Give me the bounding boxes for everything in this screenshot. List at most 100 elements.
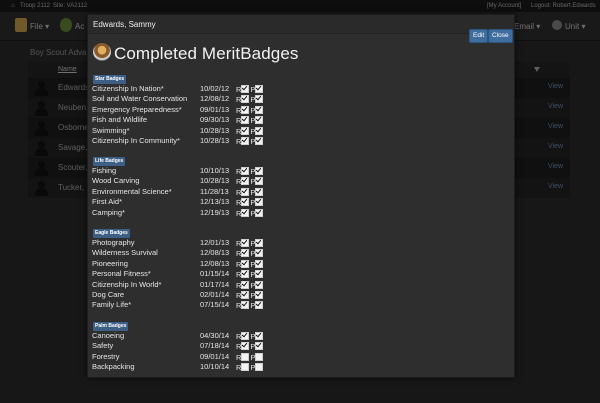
badge-name: First Aid* [92, 197, 123, 207]
badge-name: Forestry [92, 351, 120, 361]
badge-status-flags: RP [236, 238, 264, 248]
presented-checkbox [255, 187, 264, 196]
badge-name: Backpacking [92, 362, 135, 372]
badge-date: 09/01/14 [200, 351, 230, 361]
badge-date: 02/01/14 [200, 290, 230, 299]
badge-status-flags: RP [236, 280, 264, 290]
badge-name: Canoeing [92, 331, 125, 340]
badge-name: Swimming* [92, 125, 130, 135]
presented-checkbox [255, 167, 264, 175]
requirements-checkbox [241, 187, 250, 196]
modal-title: Completed MeritBadges [114, 44, 299, 63]
badge-status-flags: RP [236, 341, 264, 351]
presented-checkbox [255, 352, 264, 361]
presented-checkbox [255, 270, 264, 279]
presented-checkbox [255, 105, 264, 114]
requirements-checkbox [241, 280, 250, 289]
requirements-checkbox [241, 239, 250, 247]
requirements-checkbox [241, 249, 250, 258]
badge-status-flags: RP [236, 187, 264, 197]
badge-date: 12/08/12 [200, 94, 230, 104]
section-label: Palm Badges [93, 322, 129, 331]
badge-status-flags: RP [236, 115, 264, 125]
presented-checkbox [255, 116, 264, 125]
badge-name: Photography [92, 238, 135, 247]
requirements-checkbox [241, 208, 250, 217]
requirements-checkbox [241, 332, 250, 340]
completed-merit-badges-modal: Edwards, Sammy Edit Close Completed Meri… [87, 14, 515, 378]
badge-date: 12/19/13 [200, 207, 230, 217]
presented-checkbox [255, 332, 264, 340]
presented-checkbox [255, 137, 264, 145]
badge-date: 10/10/13 [200, 166, 230, 175]
badge-status-flags: RP [236, 269, 264, 279]
requirements-checkbox [241, 177, 250, 186]
badge-date: 12/08/13 [200, 248, 230, 258]
requirements-checkbox [241, 198, 250, 207]
badge-status-flags: RP [236, 300, 264, 310]
badge-status-flags: RP [236, 259, 264, 269]
badge-date: 12/13/13 [200, 197, 230, 207]
requirements-checkbox [241, 137, 250, 145]
presented-checkbox [255, 198, 264, 207]
badge-status-flags: RP [236, 331, 264, 341]
badge-name: Environmental Science* [92, 186, 172, 196]
badge-status-flags: RP [236, 208, 264, 218]
badge-date: 09/30/13 [200, 115, 230, 125]
badge-date: 04/30/14 [200, 331, 230, 340]
presented-checkbox [255, 342, 264, 351]
badge-status-flags: RP [236, 94, 264, 104]
badge-name: Dog Care [92, 290, 125, 299]
close-button[interactable]: Close [488, 29, 513, 43]
badge-name: Wilderness Survival [92, 248, 158, 258]
badge-status-flags: RP [236, 290, 264, 300]
badge-status-flags: RP [236, 197, 264, 207]
presented-checkbox [255, 249, 264, 258]
badge-status-flags: RP [236, 166, 264, 176]
badge-date: 07/18/14 [200, 341, 230, 351]
edit-button[interactable]: Edit [469, 29, 489, 43]
badge-date: 10/10/14 [200, 362, 230, 372]
badge-date: 01/17/14 [200, 279, 230, 289]
badge-name: Emergency Preparedness* [92, 104, 182, 114]
requirements-checkbox [241, 167, 250, 175]
presented-checkbox [255, 259, 264, 268]
requirements-checkbox [241, 259, 250, 268]
badge-date: 12/01/13 [200, 238, 230, 247]
badge-date: 10/28/13 [200, 136, 230, 145]
presented-checkbox [255, 239, 264, 247]
section-label: Eagle Badges [93, 229, 130, 238]
badge-date: 09/01/13 [200, 104, 230, 114]
requirements-checkbox [241, 95, 250, 104]
badge-name: Personal Fitness* [92, 269, 151, 279]
badge-status-flags: RP [236, 84, 264, 94]
badge-name: Fishing [92, 166, 117, 175]
badge-name: Soil and Water Conservation [92, 94, 188, 104]
section-label: Life Badges [93, 157, 126, 166]
requirements-checkbox [241, 105, 250, 114]
badge-name: Citizenship In World* [92, 279, 162, 289]
badge-name: Citizenship In Community* [92, 136, 180, 145]
modal-header: Edwards, Sammy [88, 15, 514, 34]
badge-status-flags: RP [236, 248, 264, 258]
section-label: Star Badges [93, 75, 127, 84]
presented-checkbox [255, 126, 264, 135]
presented-checkbox [255, 85, 264, 93]
scout-name: Edwards, Sammy [93, 20, 156, 29]
presented-checkbox [255, 363, 264, 372]
requirements-checkbox [241, 116, 250, 125]
badge-status-flags: RP [236, 126, 264, 136]
badge-date: 01/15/14 [200, 269, 230, 279]
requirements-checkbox [241, 126, 250, 135]
badge-name: Safety [92, 341, 114, 351]
badge-date: 07/15/14 [200, 300, 230, 310]
badge-date: 12/08/13 [200, 258, 230, 268]
badge-status-flags: RP [236, 352, 264, 362]
badge-name: Family Life* [92, 300, 132, 310]
badge-name: Citizenship In Nation* [92, 84, 164, 93]
presented-checkbox [255, 177, 264, 186]
presented-checkbox [255, 208, 264, 217]
badge-status-flags: RP [236, 176, 264, 186]
badge-date: 10/28/13 [200, 125, 230, 135]
requirements-checkbox [241, 363, 250, 372]
